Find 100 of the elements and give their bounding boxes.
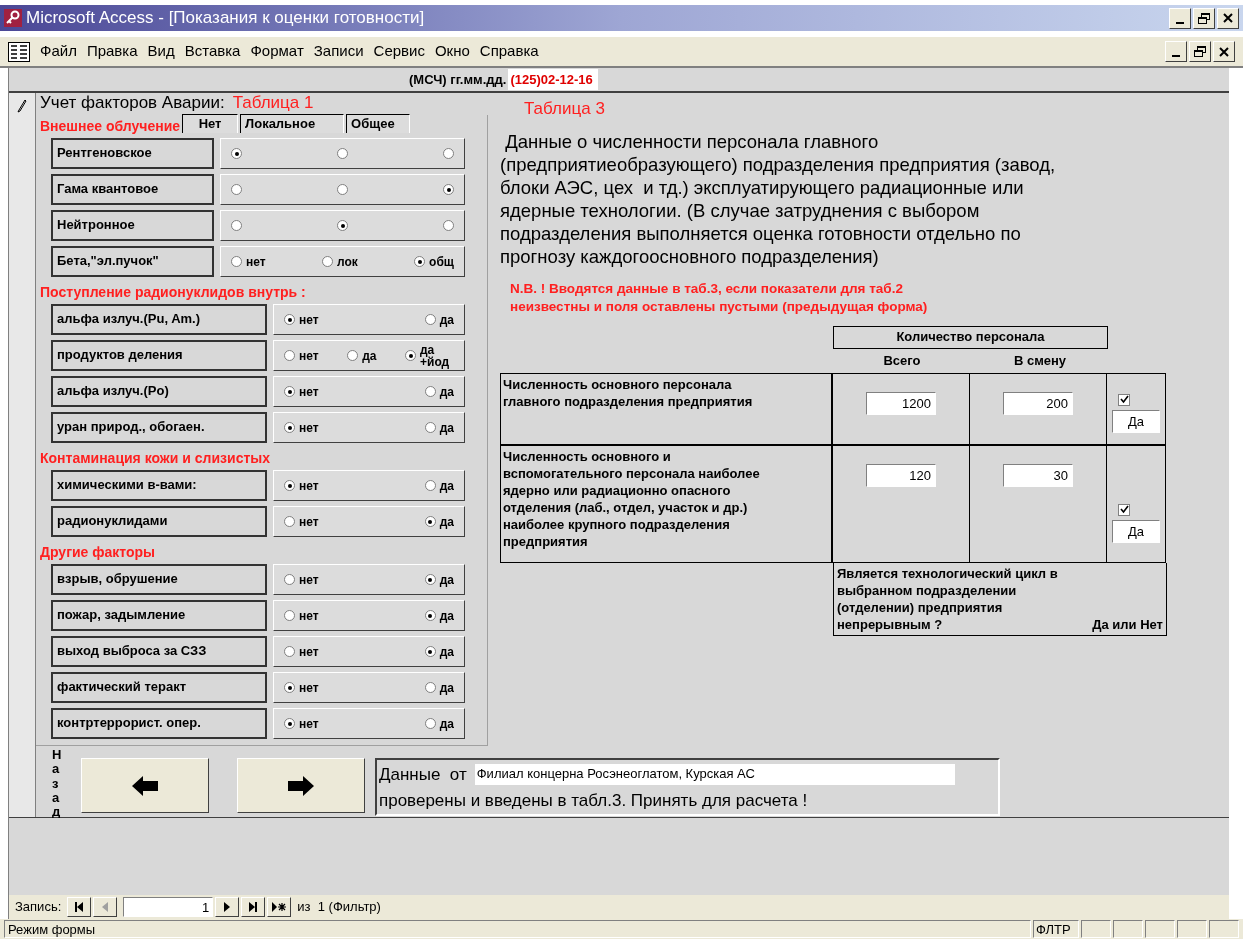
radio-button[interactable] bbox=[424, 646, 436, 657]
menu-item[interactable]: Формат bbox=[250, 40, 304, 63]
radio-button[interactable] bbox=[337, 220, 348, 231]
shift-field[interactable]: 30 bbox=[1003, 463, 1073, 487]
restore-button[interactable] bbox=[1189, 41, 1211, 62]
last-record-button[interactable] bbox=[241, 897, 266, 917]
new-record-button[interactable] bbox=[267, 897, 292, 917]
radio-button[interactable] bbox=[284, 422, 295, 433]
option-label: да bbox=[439, 681, 454, 694]
status-panel bbox=[1209, 920, 1239, 938]
right-arrow-icon bbox=[287, 774, 315, 797]
factor-label: взрыв, обрушение bbox=[51, 564, 267, 595]
option-label: нет bbox=[299, 573, 319, 586]
radio-button[interactable] bbox=[284, 480, 295, 491]
radio-button[interactable] bbox=[443, 184, 454, 195]
radio-button[interactable] bbox=[424, 386, 436, 397]
radio-button[interactable] bbox=[284, 682, 295, 693]
radio-button[interactable] bbox=[424, 718, 436, 729]
table-label: Таблица 1 bbox=[232, 91, 314, 114]
right-triangle-icon bbox=[223, 902, 232, 912]
column-header: Всего bbox=[883, 351, 921, 370]
checkbox[interactable] bbox=[1118, 393, 1130, 406]
radio-button[interactable] bbox=[405, 350, 416, 361]
radio-button[interactable] bbox=[443, 148, 454, 159]
radio-button[interactable] bbox=[284, 718, 295, 729]
factor-label: Рентгеновское bbox=[51, 138, 214, 169]
close-icon bbox=[1223, 13, 1233, 23]
option-label: нет bbox=[299, 645, 319, 658]
radio-button[interactable] bbox=[284, 516, 295, 527]
option-label: нет bbox=[299, 609, 319, 622]
answer-field[interactable]: Да bbox=[1112, 409, 1160, 433]
radio-button[interactable] bbox=[284, 314, 295, 325]
menu-item[interactable]: Вид bbox=[147, 40, 175, 63]
next-button[interactable] bbox=[237, 758, 365, 813]
radio-button[interactable] bbox=[231, 220, 242, 231]
first-record-button[interactable] bbox=[67, 897, 92, 917]
form-icon[interactable] bbox=[8, 41, 30, 62]
minimize-button[interactable] bbox=[1169, 7, 1191, 29]
option-label: да bbox=[439, 717, 454, 730]
radio-button[interactable] bbox=[321, 256, 333, 267]
radio-button[interactable] bbox=[284, 646, 295, 657]
menu-item[interactable]: Записи bbox=[313, 40, 364, 63]
next-record-button[interactable] bbox=[215, 897, 240, 917]
menu-item[interactable]: Справка bbox=[479, 40, 539, 63]
radio-button[interactable] bbox=[414, 256, 426, 267]
restore-icon bbox=[1198, 12, 1210, 24]
menu-item[interactable]: Вставка bbox=[184, 40, 241, 63]
menu-item[interactable]: Правка bbox=[86, 40, 138, 63]
radio-button[interactable] bbox=[337, 148, 348, 159]
shift-field[interactable]: 200 bbox=[1003, 391, 1073, 415]
menu-item[interactable]: Окно bbox=[434, 40, 470, 63]
radio-button[interactable] bbox=[424, 480, 436, 491]
minimize-button[interactable] bbox=[1165, 41, 1187, 62]
radio-button[interactable] bbox=[284, 350, 295, 361]
radio-button[interactable] bbox=[284, 610, 295, 621]
factor-label: фактический теракт bbox=[51, 672, 267, 703]
radio-button[interactable] bbox=[424, 682, 436, 693]
radio-button[interactable] bbox=[337, 184, 348, 195]
confirmation-text: проверены и введены в табл.3. Принять для расчета ! bbox=[379, 789, 809, 812]
close-button[interactable] bbox=[1217, 7, 1239, 29]
source-field[interactable]: Филиал концерна Росэнеоглатом, Курская АС bbox=[474, 764, 955, 786]
option-label: да bbox=[439, 479, 454, 492]
option-label: нет bbox=[299, 681, 319, 694]
menu-item[interactable]: Файл bbox=[40, 40, 77, 63]
record-number-field[interactable]: 1 bbox=[123, 897, 214, 917]
restore-button[interactable] bbox=[1193, 7, 1215, 29]
radio-button[interactable] bbox=[424, 574, 436, 585]
option-label: нет bbox=[299, 421, 319, 434]
date-field[interactable]: (125)02-12-16 bbox=[508, 69, 599, 90]
radio-button[interactable] bbox=[443, 220, 454, 231]
radio-button[interactable] bbox=[347, 350, 359, 361]
radio-button[interactable] bbox=[231, 148, 242, 159]
menu-item[interactable]: Сервис bbox=[373, 40, 425, 63]
column-header: Локальное bbox=[240, 114, 345, 133]
previous-button[interactable] bbox=[81, 758, 209, 813]
source-label: Данные от bbox=[379, 764, 467, 786]
answer-hint: Да или Нет bbox=[1092, 615, 1163, 633]
total-field[interactable]: 1200 bbox=[866, 391, 936, 415]
option-label: да bbox=[439, 515, 454, 528]
radio-button[interactable] bbox=[424, 422, 436, 433]
row-label: Численность основного и вспомогательного персонала наиболее ядерно или радиационно опасного отделения (лаб., отдел, участок и др.) наиболее крупного подразделения предприятия bbox=[503, 447, 761, 550]
total-field[interactable]: 120 bbox=[866, 463, 936, 487]
previous-record-button[interactable] bbox=[93, 897, 118, 917]
radio-button[interactable] bbox=[284, 574, 295, 585]
checkbox[interactable] bbox=[1118, 503, 1130, 516]
radio-button[interactable] bbox=[231, 184, 242, 195]
radio-button[interactable] bbox=[231, 256, 242, 267]
status-panel bbox=[1145, 920, 1175, 938]
factor-label: альфа излуч.(Pu, Am.) bbox=[51, 304, 267, 335]
answer-field[interactable]: Да bbox=[1112, 519, 1160, 543]
status-panel bbox=[1177, 920, 1207, 938]
radio-button[interactable] bbox=[424, 610, 436, 621]
radio-button[interactable] bbox=[424, 314, 436, 325]
factor-label: Гама квантовое bbox=[51, 174, 214, 205]
left-triangle-icon bbox=[101, 902, 110, 912]
option-label: нет bbox=[299, 349, 319, 362]
close-button[interactable] bbox=[1213, 41, 1235, 62]
radio-button[interactable] bbox=[284, 386, 295, 397]
option-label: да bbox=[439, 313, 454, 326]
radio-button[interactable] bbox=[424, 516, 436, 527]
